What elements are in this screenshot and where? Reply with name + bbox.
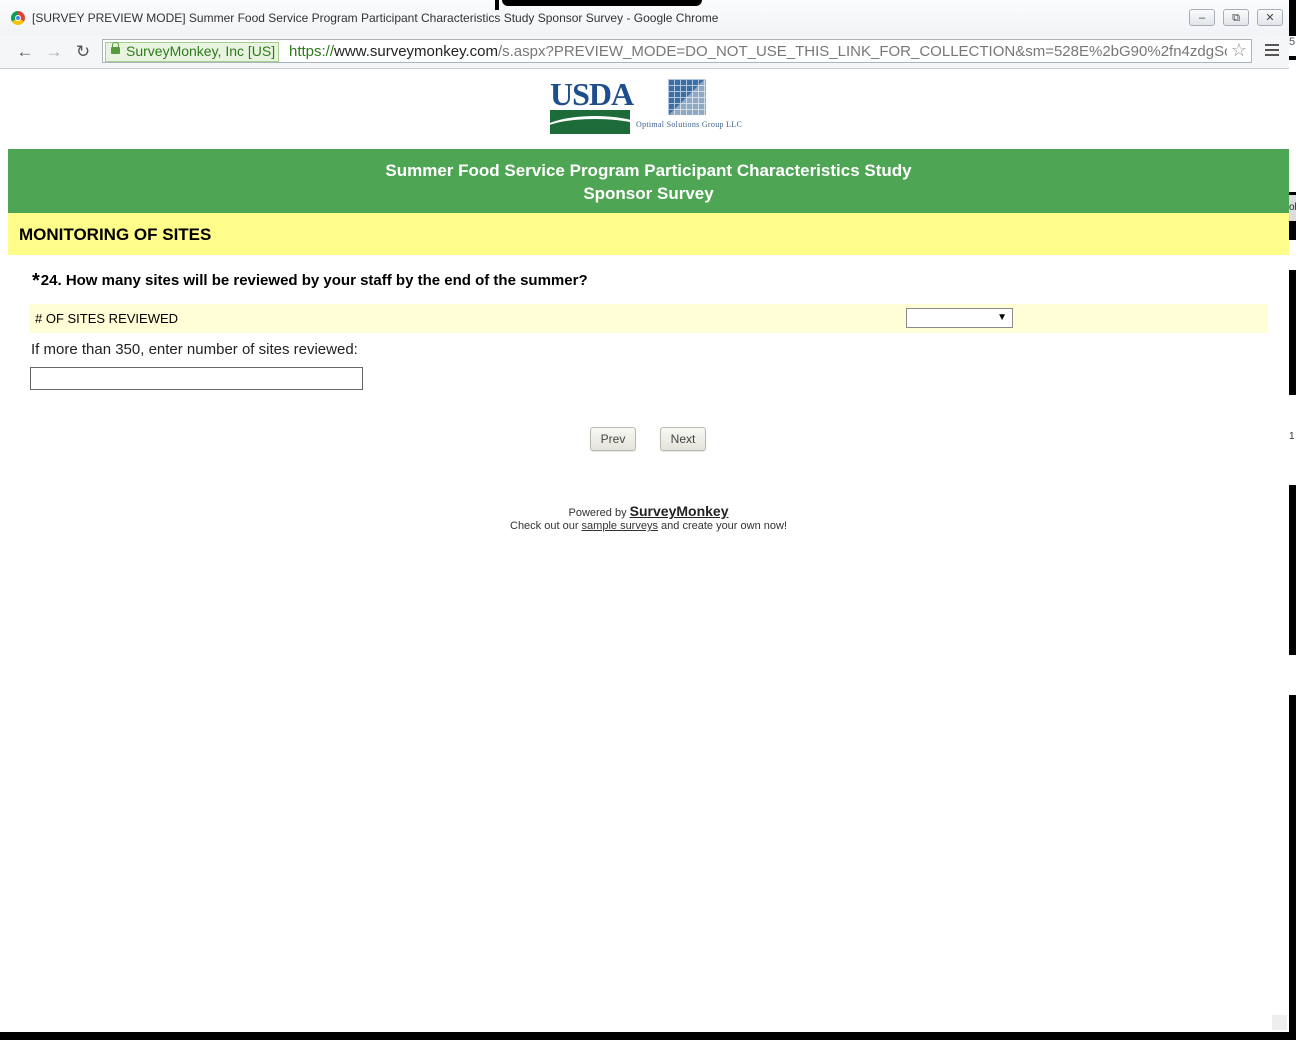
reload-icon: ↻ — [75, 42, 91, 61]
row-label: # OF SITES REVIEWED — [35, 311, 179, 326]
powered-by: Powered by SurveyMonkey — [8, 503, 1289, 519]
close-button[interactable]: ✕ — [1257, 9, 1283, 26]
footer-promo: Check out our sample surveys and create … — [8, 520, 1289, 532]
other-field-label: If more than 350, enter number of sites … — [31, 341, 358, 358]
browser-window: [SURVEY PREVIEW MODE] Summer Food Servic… — [0, 0, 1289, 1032]
minimize-icon: – — [1198, 12, 1206, 24]
section-title: MONITORING OF SITES — [19, 225, 212, 244]
background-window-fragment — [1289, 655, 1296, 695]
minimize-button[interactable]: – — [1189, 9, 1215, 26]
survey-title: Summer Food Service Program Participant … — [385, 161, 912, 180]
section-header: MONITORING OF SITES — [8, 213, 1289, 255]
back-button[interactable]: ← — [14, 41, 36, 63]
chrome-logo-icon — [11, 11, 25, 25]
chrome-menu-icon[interactable] — [1265, 44, 1279, 59]
usda-logo: USDA — [548, 76, 634, 135]
sample-surveys-link[interactable]: sample surveys — [582, 520, 658, 532]
title-bar: [SURVEY PREVIEW MODE] Summer Food Servic… — [0, 0, 1289, 36]
matrix-row: # OF SITES REVIEWED ▼ — [29, 304, 1268, 333]
dropdown-arrow-icon: ▼ — [997, 312, 1007, 323]
background-window-fragment — [1289, 240, 1296, 270]
required-asterisk-icon: * — [32, 270, 40, 292]
osg-logo-grid — [668, 79, 706, 115]
lock-icon — [111, 42, 120, 54]
forward-button[interactable]: → — [43, 41, 65, 63]
usda-logo-text: USDA — [550, 76, 634, 112]
osg-logo-text: Optimal Solutions Group LLC — [636, 120, 743, 129]
restore-button[interactable]: ⧉ — [1223, 9, 1249, 26]
restore-icon: ⧉ — [1232, 12, 1240, 24]
peek-text-top: 5 — [1289, 36, 1296, 48]
sites-reviewed-dropdown[interactable]: ▼ — [906, 308, 1013, 328]
header-logos: USDA Optimal Solutions Group LLC — [548, 77, 758, 137]
scroll-corner — [1272, 1015, 1287, 1030]
powered-by-label: Powered by — [568, 507, 627, 519]
url-scheme: https:// — [289, 43, 335, 60]
secure-badge[interactable]: SurveyMonkey, Inc [US] — [105, 42, 280, 62]
survey-subtitle: Sponsor Survey — [583, 184, 714, 203]
secure-label: SurveyMonkey, Inc [US] — [126, 43, 276, 59]
usda-field-graphic — [550, 110, 630, 134]
browser-toolbar: ← → ↻ SurveyMonkey, Inc [US] https://www… — [0, 36, 1289, 69]
footer-create-text: and create your own now! — [661, 520, 787, 532]
next-button[interactable]: Next — [660, 427, 706, 451]
window-title: [SURVEY PREVIEW MODE] Summer Food Servic… — [32, 11, 719, 25]
peek-text-mid: ol — [1289, 202, 1296, 213]
peek-text-bottom: 1 — [1289, 431, 1295, 442]
url-text[interactable]: https://www.surveymonkey.com/s.aspx?PREV… — [289, 42, 1227, 61]
url-host: www.surveymonkey.com — [334, 43, 498, 60]
bookmark-star-icon[interactable]: ☆ — [1231, 40, 1247, 61]
divider — [495, 0, 499, 10]
surveymonkey-link[interactable]: SurveyMonkey — [630, 503, 729, 519]
close-icon: ✕ — [1265, 12, 1275, 24]
background-window-fragment — [1289, 60, 1296, 192]
survey-page: USDA Optimal Solutions Group LLC Summer … — [8, 69, 1289, 1032]
survey-title-banner: Summer Food Service Program Participant … — [8, 149, 1289, 213]
url-path: /s.aspx?PREVIEW_MODE=DO_NOT_USE_THIS_LIN… — [497, 43, 1227, 60]
tab-strip-edge — [502, 0, 702, 6]
other-sites-input[interactable] — [30, 367, 363, 390]
question-title: *24. How many sites will be reviewed by … — [32, 270, 588, 293]
prev-button[interactable]: Prev — [590, 427, 636, 451]
background-window-fragment: 1 — [1289, 395, 1296, 485]
background-window-fragment: 5 — [1289, 36, 1296, 56]
back-arrow-icon: ← — [16, 42, 34, 61]
background-window-fragment: ol — [1289, 195, 1296, 221]
forward-arrow-icon: → — [45, 42, 63, 61]
address-bar[interactable]: SurveyMonkey, Inc [US] https://www.surve… — [102, 39, 1252, 63]
footer-checkout-text: Check out our — [510, 520, 579, 532]
question-text: 24. How many sites will be reviewed by y… — [40, 272, 588, 289]
reload-button[interactable]: ↻ — [72, 41, 94, 63]
